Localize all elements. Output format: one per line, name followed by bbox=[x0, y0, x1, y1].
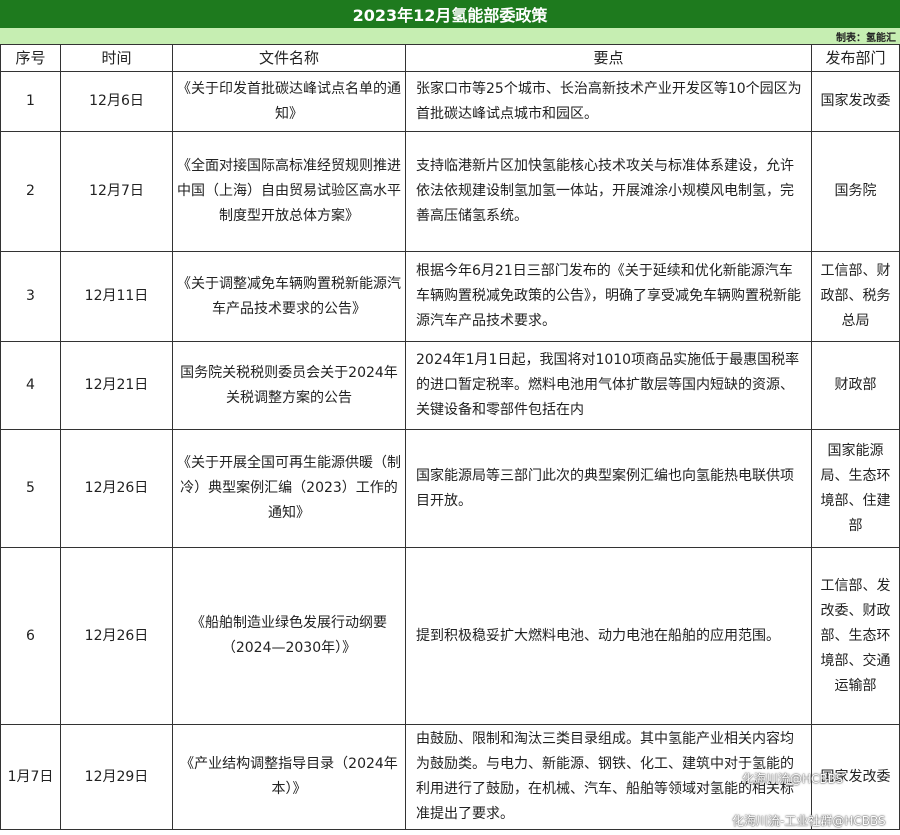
cell-dept: 工信部、发改委、财政部、生态环境部、交通运输部 bbox=[811, 547, 900, 725]
header-date: 时间 bbox=[60, 44, 173, 72]
table-row: 3 12月11日 《关于调整减免车辆购置税新能源汽车产品技术要求的公告》 根据今… bbox=[0, 251, 900, 342]
cell-dept: 工信部、财政部、税务总局 bbox=[811, 251, 900, 342]
cell-date: 12月7日 bbox=[60, 131, 173, 252]
cell-date: 12月6日 bbox=[60, 71, 173, 132]
cell-name: 《关于印发首批碳达峰试点名单的通知》 bbox=[172, 71, 406, 132]
table-row: 6 12月26日 《船舶制造业绿色发展行动纲要（2024—2030年）》 提到积… bbox=[0, 547, 900, 725]
table-title-text: 2023年12月氢能部委政策 bbox=[352, 6, 548, 25]
table-row: 2 12月7日 《全面对接国际高标准经贸规则推进中国（上海）自由贸易试验区高水平… bbox=[0, 131, 900, 252]
cell-name: 《全面对接国际高标准经贸规则推进中国（上海）自由贸易试验区高水平制度型开放总体方… bbox=[172, 131, 406, 252]
cell-no: 1月7日 bbox=[0, 724, 61, 830]
cell-points: 张家口市等25个城市、长治高新技术产业开发区等10个园区为首批碳达峰试点城市和园… bbox=[405, 71, 812, 132]
cell-name: 国务院关税税则委员会关于2024年关税调整方案的公告 bbox=[172, 341, 406, 430]
maker-bar: 制表：氢能汇 bbox=[0, 28, 900, 45]
cell-name: 《船舶制造业绿色发展行动纲要（2024—2030年）》 bbox=[172, 547, 406, 725]
cell-date: 12月21日 bbox=[60, 341, 173, 430]
policy-table: 序号 时间 文件名称 要点 发布部门 1 12月6日 《关于印发首批碳达峰试点名… bbox=[0, 44, 900, 830]
cell-dept: 国务院 bbox=[811, 131, 900, 252]
header-no: 序号 bbox=[0, 44, 61, 72]
cell-date: 12月26日 bbox=[60, 429, 173, 548]
cell-points: 国家能源局等三部门此次的典型案例汇编也向氢能热电联供项目开放。 bbox=[405, 429, 812, 548]
cell-name: 《产业结构调整指导目录（2024年本）》 bbox=[172, 724, 406, 830]
cell-dept: 国家发改委 bbox=[811, 71, 900, 132]
cell-no: 1 bbox=[0, 71, 61, 132]
cell-points: 提到积极稳妥扩大燃料电池、动力电池在船舶的应用范围。 bbox=[405, 547, 812, 725]
header-dept: 发布部门 bbox=[811, 44, 900, 72]
table-row: 4 12月21日 国务院关税税则委员会关于2024年关税调整方案的公告 2024… bbox=[0, 341, 900, 430]
cell-name: 《关于开展全国可再生能源供暖（制冷）典型案例汇编（2023）工作的通知》 bbox=[172, 429, 406, 548]
cell-no: 4 bbox=[0, 341, 61, 430]
table-row: 5 12月26日 《关于开展全国可再生能源供暖（制冷）典型案例汇编（2023）工… bbox=[0, 429, 900, 548]
cell-dept: 国家能源局、生态环境部、住建部 bbox=[811, 429, 900, 548]
cell-no: 6 bbox=[0, 547, 61, 725]
cell-date: 12月26日 bbox=[60, 547, 173, 725]
header-name: 文件名称 bbox=[172, 44, 406, 72]
table-title: 2023年12月氢能部委政策 bbox=[0, 0, 900, 29]
cell-date: 12月11日 bbox=[60, 251, 173, 342]
cell-points: 2024年1月1日起，我国将对1010项商品实施低于最惠国税率的进口暂定税率。燃… bbox=[405, 341, 812, 430]
cell-no: 5 bbox=[0, 429, 61, 548]
cell-points: 根据今年6月21日三部门发布的《关于延续和优化新能源汽车车辆购置税减免政策的公告… bbox=[405, 251, 812, 342]
cell-no: 2 bbox=[0, 131, 61, 252]
header-points: 要点 bbox=[405, 44, 812, 72]
watermark-top: 化海川流@HCBBS bbox=[742, 772, 844, 786]
cell-points: 支持临港新片区加快氢能核心技术攻关与标准体系建设，允许依法依规建设制氢加氢一体站… bbox=[405, 131, 812, 252]
cell-date: 12月29日 bbox=[60, 724, 173, 830]
cell-no: 3 bbox=[0, 251, 61, 342]
cell-name: 《关于调整减免车辆购置税新能源汽车产品技术要求的公告》 bbox=[172, 251, 406, 342]
cell-dept: 财政部 bbox=[811, 341, 900, 430]
watermark-bottom: 化海川流-工业社群@HCBBS bbox=[732, 814, 886, 828]
maker-label: 制表：氢能汇 bbox=[836, 32, 896, 44]
header-row: 序号 时间 文件名称 要点 发布部门 bbox=[0, 44, 900, 72]
table-row: 1 12月6日 《关于印发首批碳达峰试点名单的通知》 张家口市等25个城市、长治… bbox=[0, 71, 900, 132]
